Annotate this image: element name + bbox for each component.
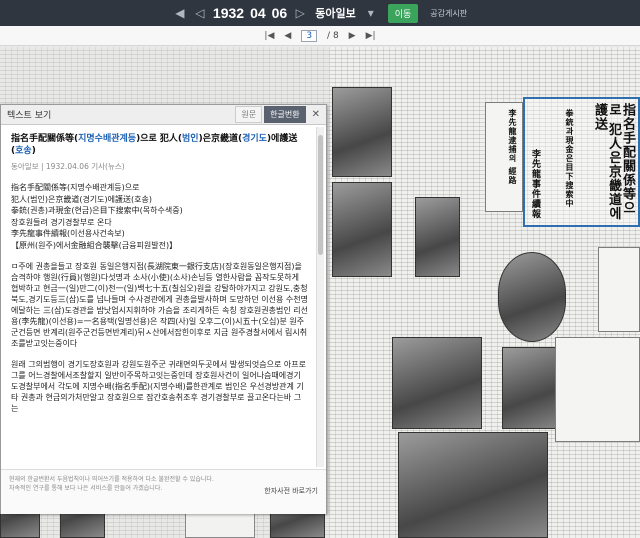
last-page-icon[interactable]: ▶| xyxy=(366,31,376,41)
hanja-dictionary-link[interactable]: 한자사전 바로가기 xyxy=(264,487,318,496)
date-navigation-bar: ◀ ◁ 1932 04 06 ▷ 동아일보 ▾ 이동 공감게시판 xyxy=(0,0,640,26)
text-panel-title: 텍스트 보기 xyxy=(7,111,52,121)
text-panel-footer: 현재의 한글번환서 두음법칙이나 띄어쓰기를 적용하여 다소 불완전할 수 있습… xyxy=(1,469,326,514)
prev-page-icon[interactable]: ◀ xyxy=(284,31,291,41)
newspaper-photo xyxy=(332,87,392,177)
newspaper-photo xyxy=(415,197,460,277)
go-button[interactable]: 이동 xyxy=(387,3,419,23)
scrollbar-thumb[interactable] xyxy=(318,135,323,255)
article-title: 指名手配關係等(지명수배관계등)으로 犯人(범인)은京畿道(경기도)에護送(호송… xyxy=(11,134,298,156)
total-pages: / 8 xyxy=(327,30,339,41)
article-subhead: 犯人(범인)은京畿道(경기도)에護送(호송) xyxy=(11,194,152,204)
newspaper-article-box xyxy=(555,337,640,442)
chevron-down-icon[interactable]: ▾ xyxy=(364,6,378,20)
article-subhead: 拳銃(권총)과現金(현금)은目下搜索中(목하수색중) xyxy=(11,206,183,215)
current-page-input[interactable]: 3 xyxy=(301,29,318,42)
article-box-heading: 李先龍逮捕의 經路 xyxy=(508,109,518,185)
newspaper-photo xyxy=(332,182,392,277)
first-page-icon[interactable]: |◀ xyxy=(264,31,274,41)
newspaper-select[interactable]: 동아일보 xyxy=(313,5,357,21)
newspaper-article-box xyxy=(598,247,640,332)
article-text-body: 指名手配關係等(지명수배관계등)으로 犯人(범인)은京畿道(경기도)에護送(호송… xyxy=(1,125,316,469)
text-panel-scrollbar[interactable] xyxy=(316,127,324,467)
prev-date-icon[interactable]: ◁ xyxy=(193,6,207,20)
next-page-icon[interactable]: ▶ xyxy=(349,31,356,41)
article-paragraph: ㅁ주에 권총을들고 장호원 동일은행지점(長湖院東一銀行支店)(장호원동일은행지… xyxy=(11,262,308,348)
close-icon[interactable]: ✕ xyxy=(312,109,320,120)
article-paragraph: 원래 그의범행이 경기도장호원과 강원도원주군 귀래면의두곳에서 발생되엇슴으로… xyxy=(11,360,306,413)
article-headline: 指名手配關係等으로 犯人은京畿道에護送 xyxy=(592,103,635,221)
text-view-panel: 텍스트 보기 원문 한글번환 ✕ 指名手配關係等(지명수배관계등)으로 犯人(범… xyxy=(0,104,327,514)
newspaper-page: 李先龍逮捕의 經路 指名手配關係等으로 犯人은京畿道에護送 拳銃과現金은目下搜索… xyxy=(330,47,640,538)
day-select[interactable]: 06 xyxy=(272,5,288,21)
tab-hangul-conversion[interactable]: 한글번환 xyxy=(264,106,306,123)
footer-notice: 현재의 한글번환서 두음법칙이나 띄어쓰기를 적용하여 다소 불완전할 수 있습… xyxy=(9,476,214,483)
article-subhead: 指名手配關係等(지명수배관계등)으로 xyxy=(11,183,140,192)
article-subhead: 장호원들려 경기경찰부로 온다 xyxy=(11,217,112,227)
newspaper-photo xyxy=(392,337,482,429)
text-panel-header: 텍스트 보기 원문 한글번환 ✕ xyxy=(1,105,326,125)
board-link[interactable]: 공감게시판 xyxy=(430,8,467,19)
month-select[interactable]: 04 xyxy=(250,5,266,21)
year-select[interactable]: 1932 xyxy=(213,5,244,21)
article-meta: 동아일보 | 1932.04.06 기사(뉴스) xyxy=(11,162,125,171)
suspect-portrait-photo xyxy=(498,252,566,342)
newspaper-article-box: 李先龍逮捕의 經路 xyxy=(485,102,523,212)
newspaper-photo xyxy=(398,432,548,538)
selected-article-highlight[interactable]: 指名手配關係等으로 犯人은京畿道에護送 拳銃과現金은目下搜索中 李先龍事件續報 xyxy=(523,97,640,227)
first-date-icon[interactable]: ◀ xyxy=(173,6,187,20)
tab-original-text[interactable]: 원문 xyxy=(235,106,263,123)
article-subheadline: 李先龍事件續報 xyxy=(530,149,540,219)
page-pager: |◀ ◀ 3 / 8 ▶ ▶| xyxy=(0,26,640,46)
article-subhead: 李先龍事件續報(이선용사건속보) xyxy=(11,229,125,238)
newspaper-viewer[interactable]: 아이 李先龍逮捕의 經路 指名手配關係等으로 犯人은京畿道에護送 拳銃과現金은目… xyxy=(0,47,640,538)
article-subheadline: 拳銃과現金은目下搜索中 xyxy=(565,109,575,208)
next-date-icon[interactable]: ▷ xyxy=(293,6,307,20)
article-subhead: 【原州(원주)에서金融組合襲擊(금융피원발전)】 xyxy=(11,240,178,250)
